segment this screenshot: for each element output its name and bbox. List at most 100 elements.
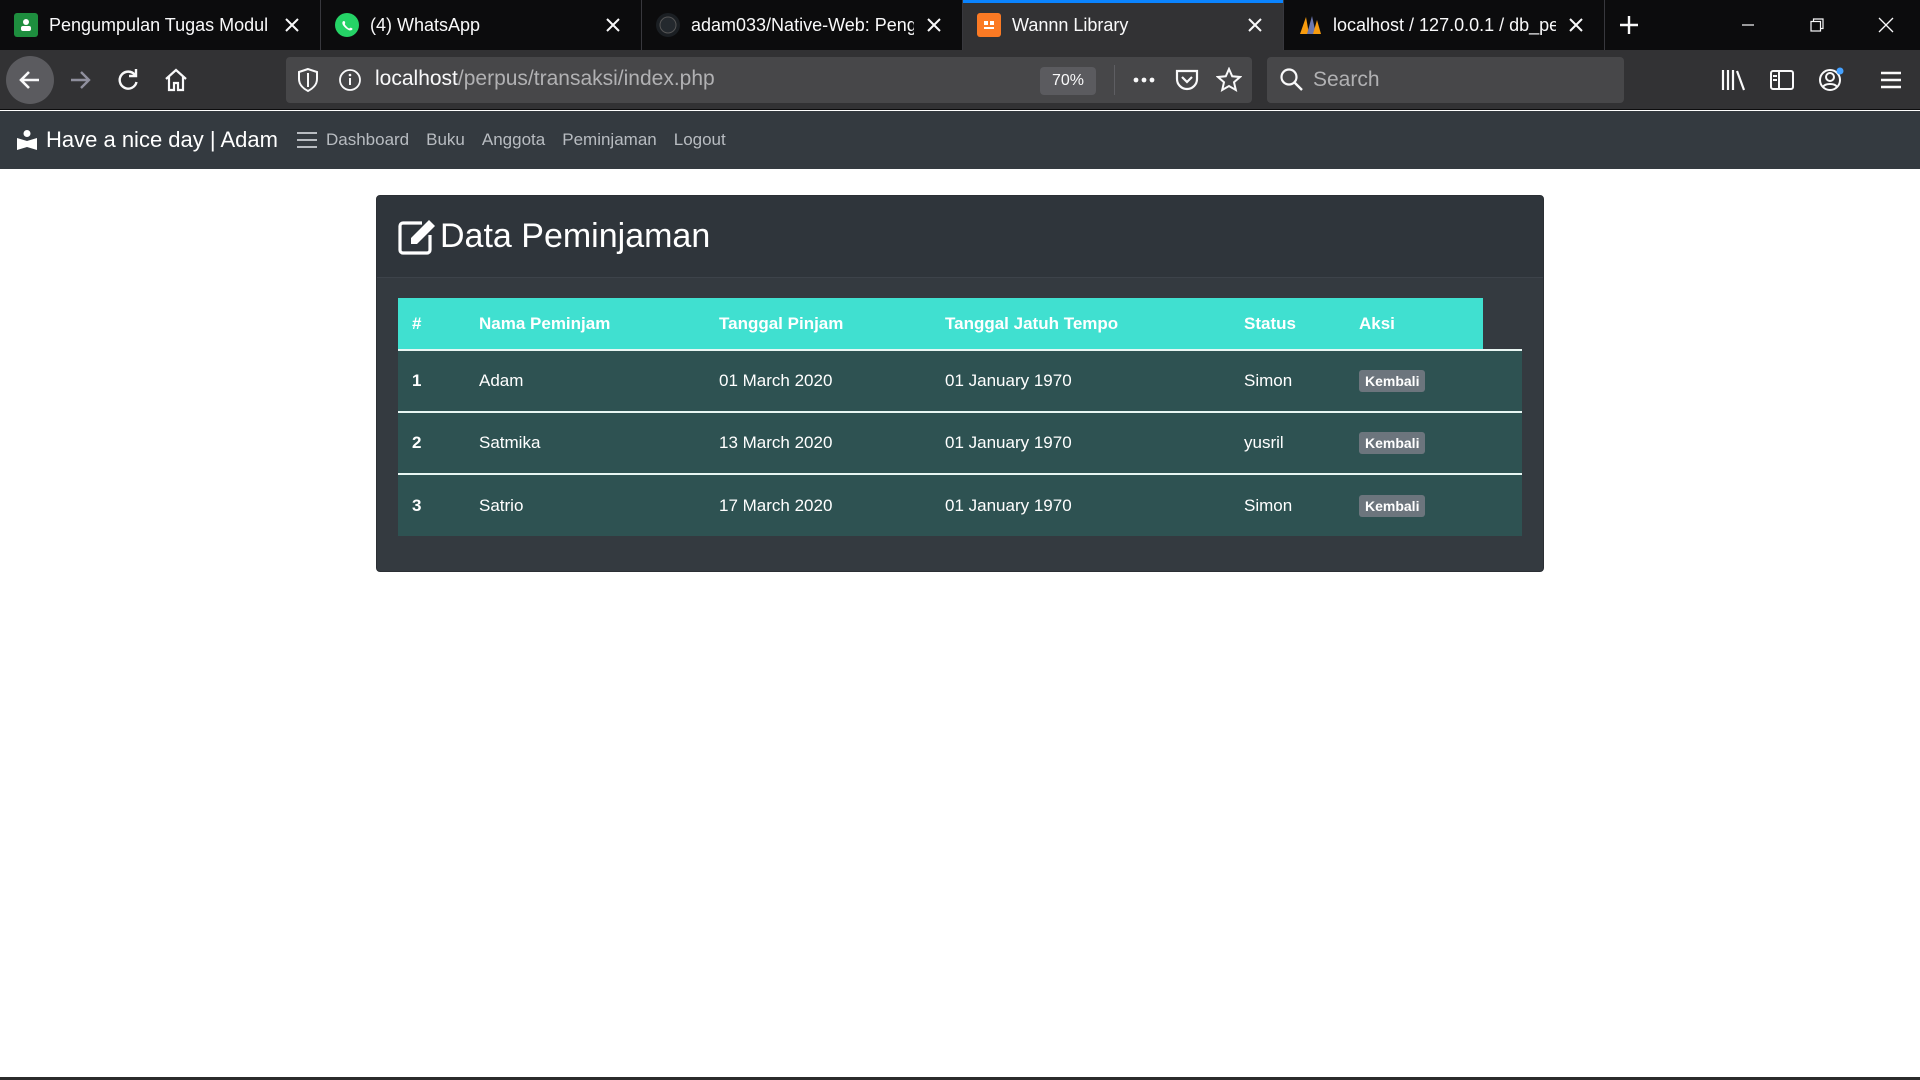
nav-link-peminjaman[interactable]: Peminjaman (562, 130, 657, 150)
search-placeholder: Search (1313, 68, 1380, 91)
tracking-shield-icon[interactable] (296, 67, 320, 98)
tab-title: localhost / 127.0.0.1 / db_per (1333, 14, 1556, 35)
bookmark-star-icon[interactable] (1215, 66, 1243, 98)
cell-number: 1 (412, 371, 422, 390)
back-button[interactable] (6, 56, 54, 104)
browser-tab[interactable]: Pengumpulan Tugas Modul U (0, 0, 321, 50)
column-header: Tanggal Pinjam (705, 298, 931, 350)
account-icon[interactable] (1815, 64, 1847, 96)
reload-icon (118, 69, 138, 90)
tab-title: Pengumpulan Tugas Modul U (49, 14, 272, 35)
hamburger-icon[interactable] (296, 129, 318, 151)
nav-link-dashboard[interactable]: Dashboard (326, 130, 409, 150)
restore-icon (1809, 18, 1824, 32)
kembali-button[interactable]: Kembali (1359, 432, 1426, 454)
kembali-button[interactable]: Kembali (1359, 370, 1426, 392)
github-icon (656, 13, 680, 37)
nav-link-logout[interactable]: Logout (674, 130, 726, 150)
xampp-icon (977, 13, 1001, 37)
menu-icon[interactable] (1875, 64, 1907, 96)
arrow-right-icon (71, 71, 91, 89)
cell-tanggal-pinjam: 13 March 2020 (719, 433, 833, 452)
minimize-icon (1741, 24, 1754, 26)
info-icon[interactable] (338, 68, 362, 97)
loan-table: # Nama Peminjam Tanggal Pinjam Tanggal J… (398, 298, 1522, 536)
table-row: 1 Adam 01 March 2020 01 January 1970 Sim… (398, 350, 1522, 412)
cell-nama: Satrio (479, 495, 524, 515)
nav-link-anggota[interactable]: Anggota (482, 130, 545, 150)
sidebar-icon[interactable] (1766, 64, 1798, 96)
tab-title: (4) WhatsApp (370, 14, 481, 35)
cell-nama: Satmika (479, 433, 541, 452)
cell-tanggal-pinjam: 17 March 2020 (719, 495, 833, 515)
library-icon[interactable] (1718, 64, 1750, 96)
cell-jatuh-tempo: 01 January 1970 (945, 495, 1072, 515)
minimize-button[interactable] (1713, 0, 1782, 50)
window-controls (1713, 0, 1920, 50)
loan-card: Data Peminjaman # Nama Peminjam Tanggal … (376, 195, 1544, 572)
site-navbar: Have a nice day | Adam Dashboard Buku An… (0, 111, 1920, 169)
column-header: Status (1230, 298, 1345, 350)
close-window-button[interactable] (1851, 0, 1920, 50)
url-path: /perpus/transaksi/index.php (457, 67, 715, 90)
table-row: 3 Satrio 17 March 2020 01 January 1970 S… (398, 474, 1522, 536)
reader-icon (17, 130, 37, 150)
cell-jatuh-tempo: 01 January 1970 (945, 433, 1072, 452)
close-icon[interactable] (601, 13, 625, 37)
browser-tab[interactable]: adam033/Native-Web: Pengu (642, 0, 963, 50)
new-tab-button[interactable] (1605, 0, 1653, 50)
tab-title: Wannn Library (1012, 14, 1129, 35)
browser-tab[interactable]: localhost / 127.0.0.1 / db_per (1284, 0, 1605, 50)
close-icon[interactable] (280, 13, 304, 37)
cell-nama: Adam (479, 371, 524, 390)
column-header: Tanggal Jatuh Tempo (931, 298, 1230, 350)
cell-aksi: Kembali (1345, 474, 1522, 536)
cell-aksi: Kembali (1345, 412, 1522, 474)
forward-button[interactable] (56, 56, 104, 104)
kembali-button[interactable]: Kembali (1359, 494, 1426, 517)
close-icon[interactable] (922, 13, 946, 37)
card-header: Data Peminjaman (377, 196, 1543, 278)
nav-link-buku[interactable]: Buku (426, 130, 465, 150)
search-input[interactable]: Search (1267, 57, 1624, 103)
url-divider (1114, 65, 1115, 95)
browser-tab-active[interactable]: Wannn Library (963, 0, 1284, 50)
restore-button[interactable] (1782, 0, 1851, 50)
browser-tab[interactable]: (4) WhatsApp (321, 0, 642, 50)
browser-toolbar: localhost/perpus/transaksi/index.php 70%… (0, 50, 1920, 110)
cell-tanggal-pinjam: 01 March 2020 (719, 371, 833, 390)
column-header: # (398, 298, 465, 350)
plus-icon (1620, 16, 1638, 34)
home-icon (165, 68, 187, 92)
search-icon (1279, 67, 1305, 98)
pocket-icon[interactable] (1174, 67, 1200, 98)
cell-number: 3 (412, 495, 422, 515)
close-icon[interactable] (1243, 13, 1267, 37)
navbar-brand[interactable]: Have a nice day | Adam (16, 127, 278, 153)
card-body: # Nama Peminjam Tanggal Pinjam Tanggal J… (377, 278, 1543, 556)
url-bar[interactable]: localhost/perpus/transaksi/index.php 70% (286, 57, 1252, 103)
tab-title: adam033/Native-Web: Pengu (691, 14, 914, 35)
close-icon[interactable] (1564, 13, 1588, 37)
cell-jatuh-tempo: 01 January 1970 (945, 371, 1072, 390)
cell-number: 2 (412, 433, 422, 452)
url-text[interactable]: localhost/perpus/transaksi/index.php (375, 67, 715, 91)
url-host: localhost (375, 67, 458, 90)
zoom-level-badge[interactable]: 70% (1040, 67, 1096, 95)
table-row: 2 Satmika 13 March 2020 01 January 1970 … (398, 412, 1522, 474)
cell-status: Simon (1244, 495, 1293, 515)
page-title: Data Peminjaman (440, 217, 711, 255)
table-header-row: # Nama Peminjam Tanggal Pinjam Tanggal J… (398, 298, 1522, 350)
brand-text: Have a nice day | Adam (46, 127, 278, 152)
phpmyadmin-icon (1298, 13, 1322, 37)
cell-status: Simon (1244, 371, 1293, 390)
cell-status: yusril (1244, 433, 1284, 452)
tab-strip: Pengumpulan Tugas Modul U (4) WhatsApp a… (0, 0, 1920, 50)
home-button[interactable] (152, 56, 200, 104)
cell-aksi: Kembali (1345, 350, 1522, 412)
more-actions-icon[interactable] (1131, 67, 1157, 98)
classroom-icon (14, 13, 38, 37)
edit-icon (398, 219, 435, 255)
column-header: Nama Peminjam (465, 298, 705, 350)
reload-button[interactable] (104, 56, 152, 104)
